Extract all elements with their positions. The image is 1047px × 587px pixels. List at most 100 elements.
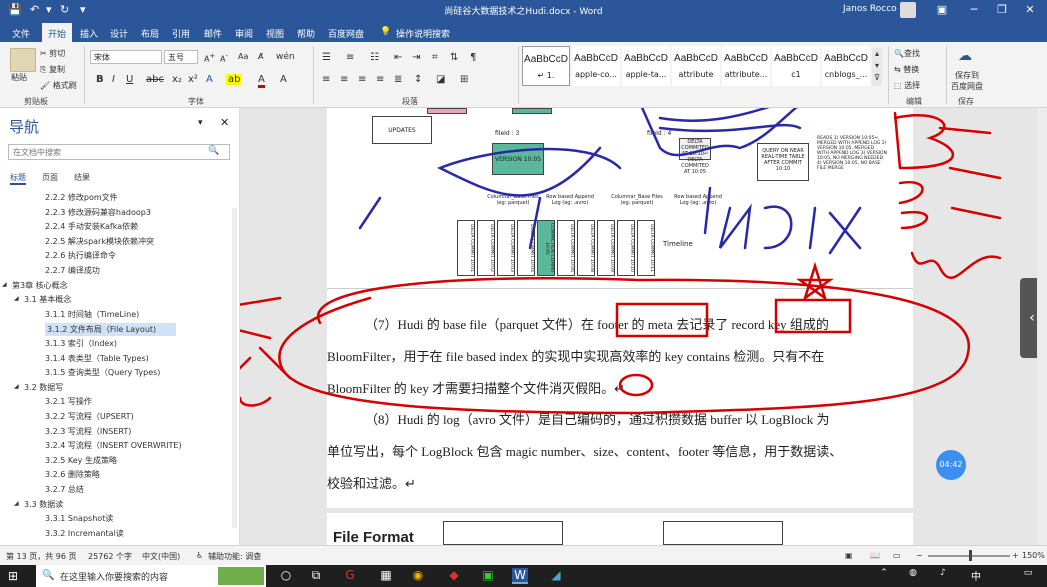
tab-file[interactable]: 文件 (12, 27, 30, 40)
nav-heading-item[interactable]: 2.2.7 编译成功 (45, 265, 100, 276)
word-count[interactable]: 25762 个字 (88, 551, 132, 562)
italic-icon[interactable]: I (112, 74, 115, 85)
nav-heading-item[interactable]: 第3章 核心概念 (12, 280, 68, 291)
nav-search-input[interactable]: 在文档中搜索 (8, 144, 230, 160)
app-bars-icon[interactable]: ▦ (378, 568, 394, 584)
tab-results[interactable]: 结果 (74, 172, 90, 183)
focus-icon[interactable]: ▣ (845, 551, 853, 560)
style-gallery-item[interactable]: AaBbCcD attribute (672, 46, 720, 86)
align-left-icon[interactable]: ≡ (322, 74, 330, 85)
ribbon-display-options-button[interactable]: ▣ (926, 0, 958, 22)
collapse-caret-icon[interactable]: ◢ (14, 383, 19, 390)
windows-start-icon[interactable]: ⊞ (8, 569, 22, 583)
tab-baidu-netdisk[interactable]: 百度网盘 (328, 27, 364, 40)
nav-heading-item[interactable]: 3.2.4 写流程（INSERT OVERWRITE) (45, 440, 182, 451)
collapse-caret-icon[interactable]: ◢ (14, 500, 19, 507)
phonetic-guide-icon[interactable]: wén (276, 52, 295, 62)
collapse-caret-icon[interactable]: ◢ (2, 281, 7, 288)
font-name-select[interactable]: 宋体 (90, 50, 162, 64)
document-area[interactable]: UPDATES fileId : 3 fileId : 4 VERSION 10… (240, 108, 1047, 545)
save-to-baidu-label[interactable]: 保存到 (955, 70, 979, 81)
justify-icon[interactable]: ≡ (376, 74, 384, 85)
app-blue-icon[interactable]: ◢ (548, 568, 564, 584)
bullets-icon[interactable]: ☰ (322, 52, 331, 63)
style-gallery-item[interactable]: AaBbCcD attribute... (722, 46, 770, 86)
show-marks-icon[interactable]: ¶ (470, 52, 476, 63)
close-button[interactable]: ✕ (1014, 0, 1046, 22)
align-right-icon[interactable]: ≡ (358, 74, 366, 85)
nav-heading-item[interactable]: 3.2.3 写流程（INSERT) (45, 426, 131, 437)
decrease-indent-icon[interactable]: ⇤ (394, 52, 402, 63)
nav-heading-item[interactable]: 3.1.3 索引（Index) (45, 338, 117, 349)
style-gallery-item[interactable]: AaBbCcD ↵ 1. (522, 46, 570, 86)
shading-icon[interactable]: ◪ (436, 74, 445, 85)
clear-format-icon[interactable]: A̸ (258, 52, 263, 61)
nav-heading-item[interactable]: 3.2.1 写操作 (45, 396, 92, 407)
notification-icon[interactable]: ▭ (1020, 568, 1036, 584)
style-gallery-scroll[interactable]: ▴ ▾ ⊽ (872, 48, 882, 86)
zoom-level[interactable]: 150% (1022, 551, 1045, 560)
tray-icons[interactable]: ⌃ (876, 568, 892, 584)
nav-heading-item[interactable]: 3.2.6 删除策略 (45, 469, 100, 480)
zoom-out-icon[interactable]: − (916, 551, 923, 560)
superscript-icon[interactable]: x² (188, 74, 198, 85)
zoom-in-icon[interactable]: + (1012, 551, 1019, 560)
shrink-font-icon[interactable]: A- (220, 52, 228, 64)
nav-heading-item[interactable]: 2.2.5 解决spark模块依赖冲突 (45, 236, 154, 247)
recording-timer-badge[interactable]: 04:42 (936, 450, 966, 480)
user-name[interactable]: Janos Rocco (843, 4, 897, 14)
nav-heading-item[interactable]: 2.2.6 执行编译命令 (45, 250, 116, 261)
borders-icon[interactable]: ⊞ (460, 74, 468, 85)
baidu-cloud-icon[interactable]: ☁ (958, 48, 978, 64)
line-spacing-icon[interactable]: ↕ (414, 74, 422, 85)
strikethrough-icon[interactable]: abc (146, 74, 164, 85)
select-button[interactable]: ⬚ 选择 (894, 80, 920, 91)
close-icon[interactable]: ✕ (220, 116, 229, 129)
zoom-slider-thumb[interactable] (969, 550, 972, 561)
font-size-select[interactable]: 五号 (164, 50, 198, 64)
format-painter-button[interactable]: 🖌 格式刷 (40, 80, 77, 91)
print-layout-icon[interactable]: ▭ (893, 551, 901, 560)
character-shading-icon[interactable]: A (280, 74, 287, 85)
replace-button[interactable]: ⇆ 替换 (894, 64, 919, 75)
nav-heading-item[interactable]: 3.3.1 Snapshot读 (45, 513, 113, 524)
chrome-icon[interactable]: ◉ (410, 568, 426, 584)
nav-heading-item[interactable]: 2.2.3 修改源码兼容hadoop3 (45, 207, 151, 218)
chinese-layout-icon[interactable]: ⌗ (432, 52, 438, 63)
nav-options-icon[interactable]: ▾ (198, 118, 203, 128)
tab-layout[interactable]: 布局 (141, 27, 159, 40)
ime-indicator[interactable]: 中 (968, 568, 984, 584)
grow-font-icon[interactable]: A+ (204, 52, 215, 64)
nav-heading-item[interactable]: 3.2.7 总结 (45, 484, 84, 495)
align-center-icon[interactable]: ≡ (340, 74, 348, 85)
paste-button[interactable]: 粘贴 (11, 72, 27, 83)
font-color-icon[interactable]: A (258, 74, 265, 88)
tab-review[interactable]: 审阅 (235, 27, 253, 40)
style-gallery-item[interactable]: AaBbCcD apple-co... (572, 46, 620, 86)
tab-references[interactable]: 引用 (172, 27, 190, 40)
nav-heading-item[interactable]: 3.1.2 文件布局（File Layout) (45, 323, 177, 337)
subscript-icon[interactable]: x₂ (172, 74, 182, 85)
style-gallery-item[interactable]: AaBbCcD apple-ta... (622, 46, 670, 86)
app-green-icon[interactable]: ▣ (480, 568, 496, 584)
find-button[interactable]: 🔍查找 (894, 48, 920, 59)
read-mode-icon[interactable]: 📖 (870, 551, 880, 560)
nav-heading-item[interactable]: 2.2.4 手动安装Kafka依赖 (45, 221, 138, 232)
avatar[interactable] (900, 2, 916, 18)
multilevel-list-icon[interactable]: ☷ (370, 52, 379, 63)
nav-heading-item[interactable]: 3.2.2 写流程（UPSERT) (45, 411, 134, 422)
word-app-icon[interactable]: W (512, 568, 528, 584)
underline-icon[interactable]: U (126, 74, 133, 85)
cut-button[interactable]: ✂ 剪切 (40, 48, 65, 59)
numbering-icon[interactable]: ≡ (346, 52, 354, 63)
tab-help[interactable]: 帮助 (297, 27, 315, 40)
cortana-icon[interactable]: ○ (278, 568, 294, 584)
style-gallery-item[interactable]: AaBbCcD cnblogs_... (822, 46, 870, 86)
app-g-icon[interactable]: G (342, 568, 358, 584)
distributed-icon[interactable]: ≣ (394, 74, 402, 85)
document-scrollbar[interactable] (1037, 108, 1047, 545)
bold-icon[interactable]: B (96, 74, 104, 85)
volume-icon[interactable]: ♪ (935, 568, 951, 584)
nav-heading-item[interactable]: 3.3.2 Incremantal读 (45, 528, 124, 539)
search-icon[interactable]: 🔍 (208, 146, 219, 156)
